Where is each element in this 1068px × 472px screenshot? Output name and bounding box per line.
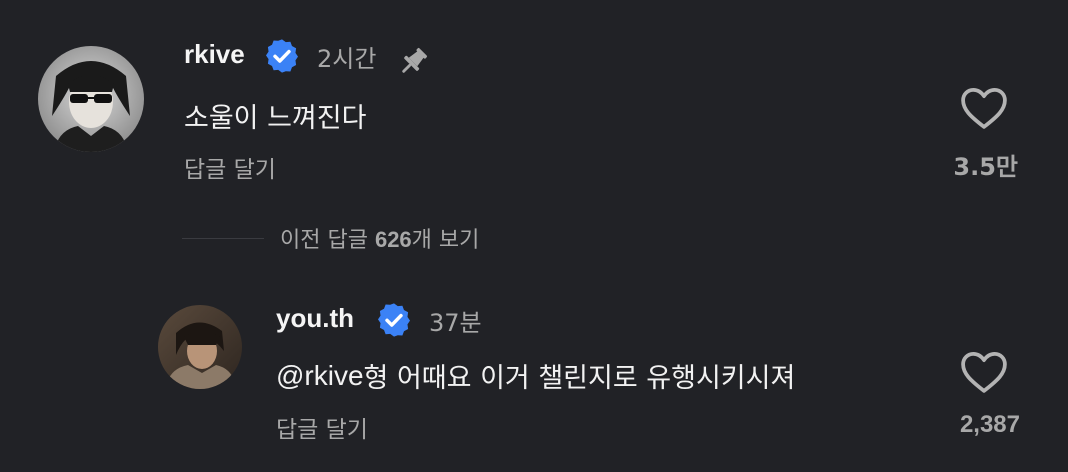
mention-link[interactable]: @rkive <box>276 360 364 392</box>
timestamp: 2시간 <box>317 45 377 73</box>
username[interactable]: you.th <box>276 303 354 334</box>
verified-icon <box>375 301 413 343</box>
avatar-image-you-th <box>158 305 242 389</box>
reply-button[interactable]: 답글 달기 <box>184 150 276 184</box>
comment-text: @rkive 형 어때요 이거 챌린지로 유행시키시져 <box>276 356 795 395</box>
avatar-you-th[interactable] <box>158 305 242 389</box>
view-previous-replies[interactable]: 이전 답글 626개 보기 <box>182 218 479 258</box>
pin-icon <box>394 43 432 85</box>
reply-count: 626 <box>374 227 412 252</box>
like-count: 3.5만 <box>953 153 1018 181</box>
heart-icon[interactable] <box>958 84 1010 134</box>
verified-icon <box>263 37 301 79</box>
heart-icon[interactable] <box>958 348 1010 398</box>
timestamp: 37분 <box>429 309 482 337</box>
view-replies-label: 이전 답글 626개 보기 <box>280 227 480 253</box>
avatar-image-rkive <box>38 46 144 152</box>
avatar-rkive[interactable] <box>38 46 144 152</box>
like-count: 2,387 <box>959 411 1020 438</box>
comment-text: 소울이 느껴진다 <box>184 103 367 134</box>
reply-button[interactable]: 답글 달기 <box>276 410 368 444</box>
comment-body: 형 어때요 이거 챌린지로 유행시키시져 <box>363 363 796 394</box>
username[interactable]: rkive <box>184 39 245 70</box>
divider-line <box>182 237 264 239</box>
